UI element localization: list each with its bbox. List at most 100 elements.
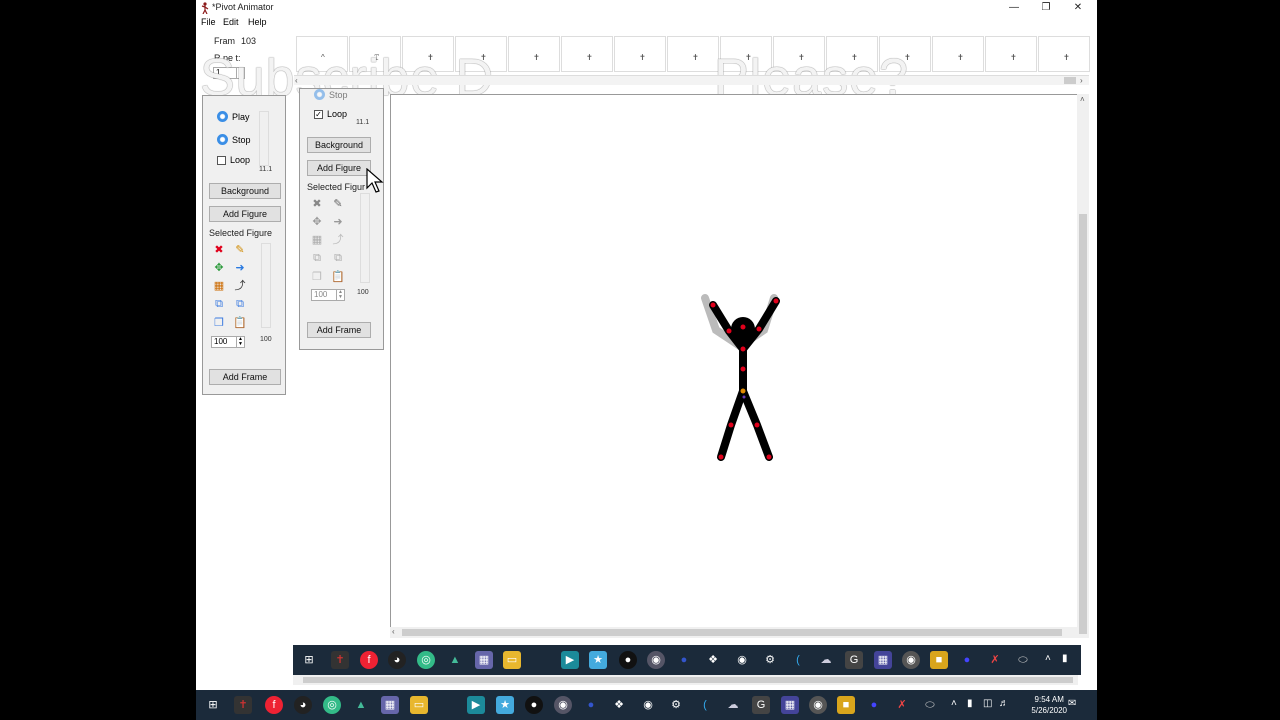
app-icon[interactable]: ▦: [781, 696, 799, 714]
join-tool-icon[interactable]: ⤴: [233, 279, 247, 293]
network-icon[interactable]: ◫: [983, 698, 992, 709]
delete-icon[interactable]: ✖: [212, 243, 226, 257]
add-frame-button-2[interactable]: Add Frame: [307, 322, 371, 338]
frame-thumb[interactable]: ✝: [720, 36, 772, 72]
scroll-left-icon[interactable]: ‹: [392, 627, 395, 636]
app-icon[interactable]: ◉: [809, 696, 827, 714]
add-frame-button[interactable]: Add Frame: [209, 369, 281, 385]
frame-thumb[interactable]: ✝: [932, 36, 984, 72]
send-back-icon[interactable]: ⧉: [331, 251, 345, 265]
window-horizontal-scrollbar[interactable]: [293, 675, 1078, 685]
frame-thumb[interactable]: ✝: [508, 36, 560, 72]
tray-expand-icon[interactable]: ˄: [951, 698, 957, 709]
pivot-app-icon[interactable]: ✝: [331, 651, 349, 669]
timeline-scrollbar[interactable]: ‹ ›: [294, 75, 1089, 85]
stick-figure[interactable]: [691, 291, 811, 471]
cloud-icon[interactable]: ☁: [817, 651, 835, 669]
bring-front-icon[interactable]: ⧉: [310, 251, 324, 265]
spinner-arrows-icon[interactable]: ▲ ▼: [236, 68, 244, 78]
spinner-arrows-icon[interactable]: ▲ ▼: [336, 290, 344, 300]
image-app-icon[interactable]: ▦: [381, 696, 399, 714]
color-grid-icon[interactable]: ▦: [212, 279, 226, 293]
background-button-2[interactable]: Background: [307, 137, 371, 153]
flip-arrow-icon[interactable]: ➜: [233, 261, 247, 275]
drawing-canvas[interactable]: [390, 94, 1085, 638]
app-icon[interactable]: ❖: [610, 696, 628, 714]
sonic-icon[interactable]: ●: [865, 696, 883, 714]
menu-file[interactable]: File: [201, 17, 216, 27]
delete-icon[interactable]: ✖: [310, 197, 324, 211]
character-icon[interactable]: ★: [496, 696, 514, 714]
app-icon[interactable]: ⬭: [921, 696, 939, 714]
figure-size-input[interactable]: 100 ▲ ▼: [211, 336, 245, 348]
scroll-thumb[interactable]: [303, 677, 1073, 683]
menu-edit[interactable]: Edit: [223, 17, 239, 27]
system-clock[interactable]: 9:54 AM 5/26/2020: [1031, 694, 1067, 716]
obs-icon[interactable]: ◉: [733, 651, 751, 669]
loop-checkbox-2[interactable]: ✓ Loop: [314, 109, 347, 119]
flash-icon[interactable]: f: [360, 651, 378, 669]
flash-icon[interactable]: f: [265, 696, 283, 714]
chrome-icon[interactable]: ◎: [417, 651, 435, 669]
scroll-up-icon[interactable]: ˄: [1080, 95, 1085, 104]
tray-expand-icon[interactable]: ˄: [1045, 653, 1051, 664]
app-icon[interactable]: ⬭: [1014, 651, 1032, 669]
stop-radio[interactable]: Stop: [217, 134, 251, 145]
edit-pencil-icon[interactable]: ✎: [331, 197, 345, 211]
folder-icon[interactable]: ▭: [410, 696, 428, 714]
scroll-thumb[interactable]: [1079, 214, 1087, 634]
frame-thumb[interactable]: ✝: [826, 36, 878, 72]
flip-arrow-icon[interactable]: ➜: [331, 215, 345, 229]
game-g-icon[interactable]: G: [845, 651, 863, 669]
notifications-icon[interactable]: ✉: [1068, 698, 1076, 709]
frame-thumb[interactable]: ✝: [1038, 36, 1090, 72]
code-icon[interactable]: (: [696, 696, 714, 714]
frame-thumb[interactable]: ✝: [402, 36, 454, 72]
microphone-icon[interactable]: ▮: [1062, 653, 1068, 664]
microphone-icon[interactable]: ▮: [967, 698, 973, 709]
speed-slider[interactable]: [259, 111, 269, 166]
obs-icon[interactable]: ◉: [639, 696, 657, 714]
settings-gear-icon[interactable]: ⚙: [667, 696, 685, 714]
paste-icon[interactable]: 📋: [331, 270, 345, 284]
frame-thumb[interactable]: ✝: [561, 36, 613, 72]
close-button[interactable]: ✕: [1063, 0, 1093, 16]
folder-icon[interactable]: ▭: [503, 651, 521, 669]
copy-icon[interactable]: ❐: [212, 316, 226, 330]
windows-start-icon[interactable]: ⊞: [300, 651, 318, 669]
media-icon[interactable]: ▶: [561, 651, 579, 669]
frame-thumb[interactable]: 𝚃: [349, 36, 401, 72]
add-figure-button-2[interactable]: Add Figure: [307, 160, 371, 176]
join-tool-icon[interactable]: ⤴: [331, 233, 345, 247]
loop-checkbox[interactable]: Loop: [217, 155, 250, 165]
restore-button[interactable]: ❐: [1031, 0, 1061, 16]
minimize-button[interactable]: —: [999, 0, 1029, 16]
center-icon[interactable]: ✥: [212, 261, 226, 275]
audacity-icon[interactable]: ◕: [294, 696, 312, 714]
scroll-left-icon[interactable]: ‹: [295, 76, 298, 85]
app-icon[interactable]: ▦: [874, 651, 892, 669]
drive-icon[interactable]: ▲: [352, 696, 370, 714]
canvas-vertical-scrollbar[interactable]: ˄: [1077, 94, 1089, 638]
frame-thumb[interactable]: ✝: [879, 36, 931, 72]
sonic-icon[interactable]: ●: [958, 651, 976, 669]
center-icon[interactable]: ✥: [310, 215, 324, 229]
image-app-icon[interactable]: ▦: [475, 651, 493, 669]
menu-help[interactable]: Help: [248, 17, 267, 27]
paste-icon[interactable]: 📋: [233, 316, 247, 330]
windows-start-icon[interactable]: ⊞: [204, 696, 222, 714]
frame-thumb[interactable]: ✝: [455, 36, 507, 72]
disc-icon[interactable]: ◉: [554, 696, 572, 714]
bring-front-icon[interactable]: ⧉: [212, 297, 226, 311]
volume-icon[interactable]: ♬: [999, 698, 1009, 709]
disc-icon[interactable]: ◉: [647, 651, 665, 669]
play-radio[interactable]: Play: [217, 111, 250, 122]
figure-size-input-2[interactable]: 100 ▲ ▼: [311, 289, 345, 301]
frame-thumb[interactable]: ✝: [667, 36, 719, 72]
character-icon[interactable]: ★: [589, 651, 607, 669]
background-button[interactable]: Background: [209, 183, 281, 199]
edit-pencil-icon[interactable]: ✎: [233, 243, 247, 257]
frame-thumb[interactable]: ^: [296, 36, 348, 72]
stop-radio-2[interactable]: Stop: [314, 89, 348, 100]
cloud-icon[interactable]: ☁: [724, 696, 742, 714]
